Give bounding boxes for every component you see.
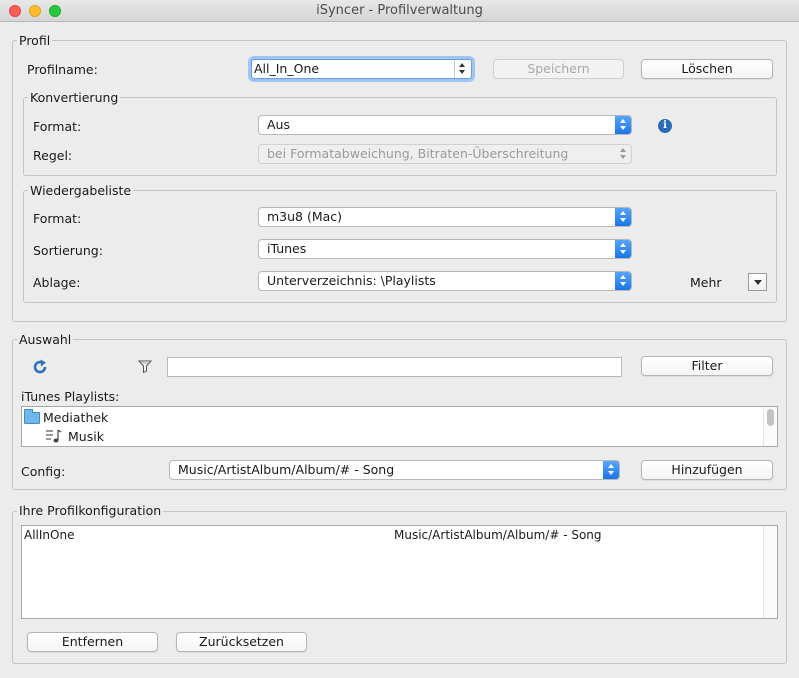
filter-button[interactable]: Filter: [641, 356, 773, 376]
konv-format-select[interactable]: Aus: [258, 115, 632, 135]
wl-ablage-value: Unterverzeichnis: \Playlists: [267, 273, 436, 288]
select-arrows-icon: [615, 116, 631, 134]
tree-item-mediathek[interactable]: Mediathek: [23, 409, 759, 426]
wl-sortierung-label: Sortierung:: [33, 243, 103, 258]
konv-regel-value: bei Formatabweichung, Bitraten-Überschre…: [267, 146, 569, 161]
config-row-name: AllInOne: [24, 528, 75, 542]
table-row[interactable]: AllInOne Music/ArtistAlbum/Album/# - Son…: [22, 527, 762, 544]
config-select[interactable]: Music/ArtistAlbum/Album/# - Song: [169, 460, 620, 480]
konv-format-value: Aus: [267, 117, 290, 132]
auswahl-group-title: Auswahl: [17, 332, 74, 347]
delete-button[interactable]: Löschen: [641, 59, 773, 79]
profilname-value: All_In_One: [254, 61, 320, 76]
select-arrows-icon: [615, 208, 631, 226]
profilname-label: Profilname:: [27, 62, 98, 77]
folder-icon: [24, 409, 40, 424]
window-title: iSyncer - Profilverwaltung: [316, 3, 483, 18]
konvertierung-group-title: Konvertierung: [28, 90, 121, 105]
konv-regel-select[interactable]: bei Formatabweichung, Bitraten-Überschre…: [258, 144, 632, 164]
tree-scrollbar[interactable]: [763, 407, 777, 446]
config-label: Config:: [21, 464, 66, 479]
itunes-playlists-label: iTunes Playlists:: [21, 389, 120, 404]
profile-config-list[interactable]: AllInOne Music/ArtistAlbum/Album/# - Son…: [21, 525, 778, 619]
wl-sortierung-value: iTunes: [267, 241, 307, 256]
config-value: Music/ArtistAlbum/Album/# - Song: [178, 462, 395, 477]
info-icon[interactable]: i: [658, 119, 672, 133]
save-button[interactable]: Speichern: [493, 59, 624, 79]
scrollbar-thumb[interactable]: [767, 409, 774, 426]
filter-input[interactable]: [167, 357, 622, 377]
add-button[interactable]: Hinzufügen: [641, 460, 773, 480]
tree-item-label: Musik: [68, 429, 104, 444]
profilname-combo[interactable]: All_In_One: [251, 59, 472, 79]
wl-ablage-select[interactable]: Unterverzeichnis: \Playlists: [258, 271, 632, 291]
stepper-arrows-icon[interactable]: [454, 60, 471, 78]
select-arrows-icon: [603, 461, 619, 479]
konv-format-label: Format:: [33, 119, 82, 134]
music-list-icon: [45, 428, 63, 444]
wl-sortierung-select[interactable]: iTunes: [258, 239, 632, 259]
wl-ablage-label: Ablage:: [33, 275, 81, 290]
playlist-tree[interactable]: Mediathek Musik: [21, 406, 778, 447]
config-row-path: Music/ArtistAlbum/Album/# - Song: [394, 528, 602, 542]
tree-item-musik[interactable]: Musik: [23, 428, 759, 445]
config-scrollbar[interactable]: [763, 526, 777, 618]
refresh-icon[interactable]: [31, 358, 49, 376]
konv-regel-label: Regel:: [33, 148, 73, 163]
profil-group-title: Profil: [17, 33, 53, 48]
filter-icon: [137, 358, 153, 374]
tree-item-label: Mediathek: [43, 410, 109, 425]
wl-format-value: m3u8 (Mac): [267, 209, 343, 224]
mehr-dropdown-button[interactable]: [748, 273, 767, 291]
wl-format-label: Format:: [33, 211, 82, 226]
konvertierung-group: [23, 97, 777, 176]
select-arrows-icon: [615, 272, 631, 290]
wiedergabeliste-group-title: Wiedergabeliste: [28, 183, 134, 198]
select-arrows-icon: [615, 240, 631, 258]
profilkonfiguration-group-title: Ihre Profilkonfiguration: [17, 503, 164, 518]
mehr-label: Mehr: [690, 275, 722, 290]
remove-button[interactable]: Entfernen: [27, 632, 158, 652]
reset-button[interactable]: Zurücksetzen: [176, 632, 307, 652]
select-arrows-icon: [615, 145, 631, 163]
wl-format-select[interactable]: m3u8 (Mac): [258, 207, 632, 227]
